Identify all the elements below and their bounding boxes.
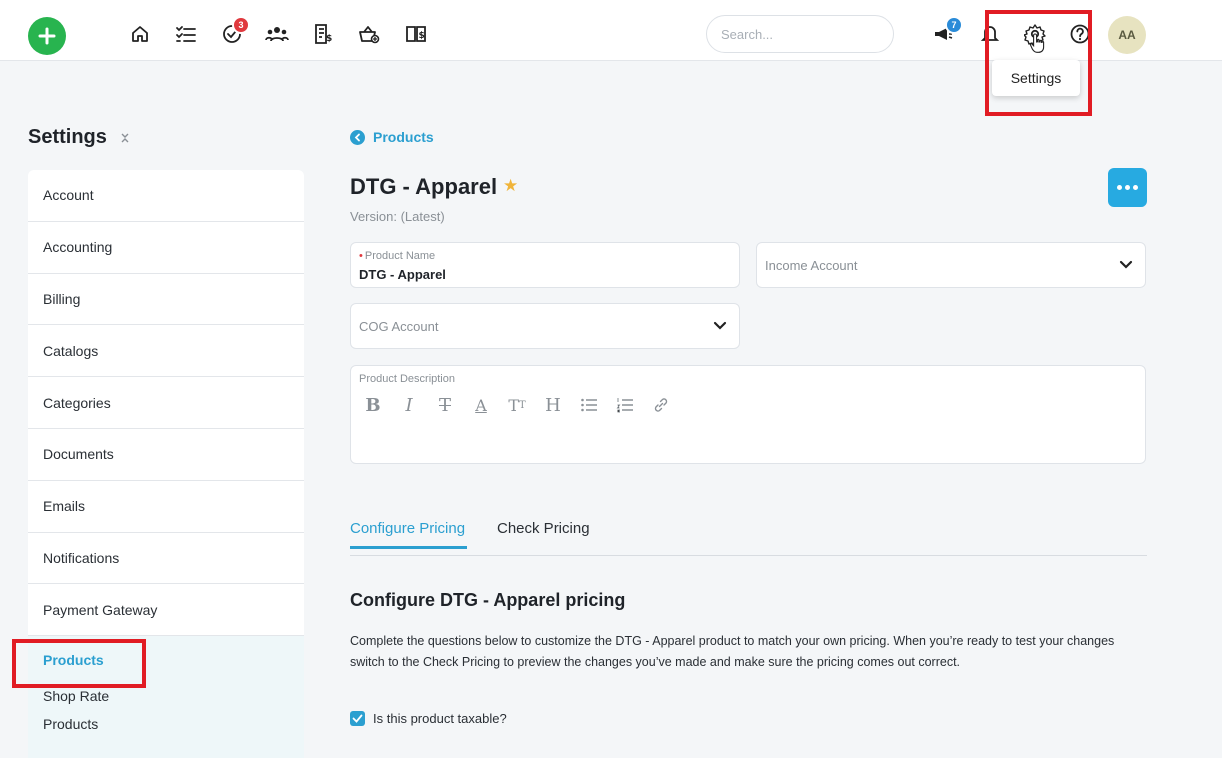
sidebar-item-account[interactable]: Account xyxy=(28,170,304,222)
product-description-label: Product Description xyxy=(359,373,455,385)
income-account-placeholder: Income Account xyxy=(765,258,858,273)
section-title: Configure DTG - Apparel pricing xyxy=(350,590,626,610)
back-arrow-icon xyxy=(350,129,365,145)
highlight-box-products xyxy=(12,639,146,688)
sidebar-subitem-products[interactable]: Products xyxy=(43,710,304,738)
list-icon[interactable] xyxy=(174,22,198,46)
product-name-field[interactable]: • Product Name DTG - Apparel xyxy=(350,242,740,288)
text-color-icon[interactable]: A xyxy=(470,394,492,416)
version-label: Version: (Latest) xyxy=(350,209,445,224)
add-new-button[interactable] xyxy=(28,17,66,55)
font-size-icon[interactable]: TT xyxy=(506,394,528,416)
sidebar-item-catalogs[interactable]: Catalogs xyxy=(28,325,304,378)
announcements-icon[interactable]: 7 xyxy=(931,16,963,46)
sidebar-item-accounting[interactable]: Accounting xyxy=(28,222,304,274)
sidebar-item-categories[interactable]: Categories xyxy=(28,377,304,429)
tab-configure-pricing[interactable]: Configure Pricing xyxy=(350,520,468,549)
sidebar-item-notifications[interactable]: Notifications xyxy=(28,533,304,585)
breadcrumb-label: Products xyxy=(373,129,434,145)
sidebar-item-documents[interactable]: Documents xyxy=(28,429,304,481)
tasks-icon[interactable]: 3 xyxy=(220,16,250,46)
announcements-badge: 7 xyxy=(945,16,963,34)
section-description: Complete the questions below to customiz… xyxy=(350,634,1115,669)
invoices-icon[interactable]: $ xyxy=(311,22,335,46)
cog-account-placeholder: COG Account xyxy=(359,319,439,334)
tab-check-pricing[interactable]: Check Pricing xyxy=(497,520,590,537)
settings-title: Settings xyxy=(28,126,107,148)
sidebar-item-emails[interactable]: Emails xyxy=(28,481,304,533)
tasks-badge: 3 xyxy=(232,16,250,34)
book-pricing-icon[interactable]: $ xyxy=(404,22,428,46)
favorite-star-icon[interactable]: ★ xyxy=(503,176,518,196)
highlight-box-settings xyxy=(985,10,1092,116)
collapse-icon[interactable] xyxy=(118,131,132,145)
strikethrough-icon[interactable]: T xyxy=(434,394,456,416)
user-avatar[interactable]: AA xyxy=(1108,16,1146,54)
link-icon[interactable] xyxy=(650,394,672,416)
pricing-tabs: Configure Pricing Check Pricing xyxy=(350,516,1147,556)
svg-text:$: $ xyxy=(419,31,425,41)
chevron-down-icon xyxy=(713,321,727,330)
chevron-down-icon xyxy=(1119,260,1133,269)
product-name-label: Product Name xyxy=(364,250,436,262)
bold-icon[interactable]: B xyxy=(362,394,384,416)
income-account-select[interactable]: Income Account xyxy=(756,242,1146,288)
checkmark-icon xyxy=(352,714,363,723)
page-title: DTG - Apparel xyxy=(350,174,498,199)
plus-icon xyxy=(38,27,56,45)
svg-text:$: $ xyxy=(326,34,332,44)
product-name-value: DTG - Apparel xyxy=(359,267,446,282)
search-input[interactable] xyxy=(706,15,894,53)
heading-icon[interactable]: H xyxy=(542,394,564,416)
bullet-list-icon[interactable] xyxy=(578,394,600,416)
shop-basket-icon[interactable] xyxy=(357,22,381,46)
breadcrumb-back[interactable]: Products xyxy=(350,129,434,145)
taxable-checkbox[interactable] xyxy=(350,711,365,726)
cog-account-select[interactable]: COG Account xyxy=(350,303,740,349)
customers-icon[interactable] xyxy=(265,22,289,46)
required-marker: • xyxy=(359,250,363,262)
home-icon[interactable] xyxy=(128,22,152,46)
taxable-label: Is this product taxable? xyxy=(373,711,507,726)
numbered-list-icon[interactable] xyxy=(614,394,636,416)
sidebar-item-billing[interactable]: Billing xyxy=(28,274,304,326)
taxable-checkbox-row: Is this product taxable? xyxy=(350,711,507,726)
more-options-button[interactable] xyxy=(1108,168,1147,207)
sidebar-item-payment-gateway[interactable]: Payment Gateway xyxy=(28,584,304,637)
italic-icon[interactable]: I xyxy=(398,394,420,416)
editor-toolbar: B I T A TT H xyxy=(362,394,672,416)
